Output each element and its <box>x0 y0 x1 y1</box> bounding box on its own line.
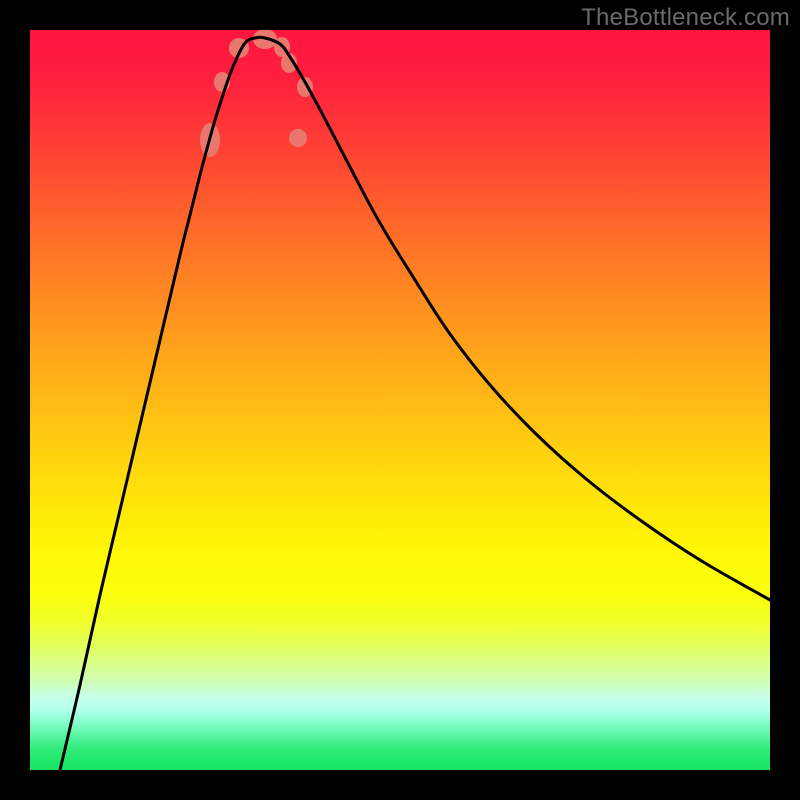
bottleneck-curve <box>60 37 770 770</box>
frame: TheBottleneck.com <box>0 0 800 800</box>
plot-area <box>30 30 770 770</box>
data-marker <box>289 129 307 147</box>
marker-group <box>200 30 313 157</box>
chart-svg <box>30 30 770 770</box>
watermark-text: TheBottleneck.com <box>581 4 790 32</box>
